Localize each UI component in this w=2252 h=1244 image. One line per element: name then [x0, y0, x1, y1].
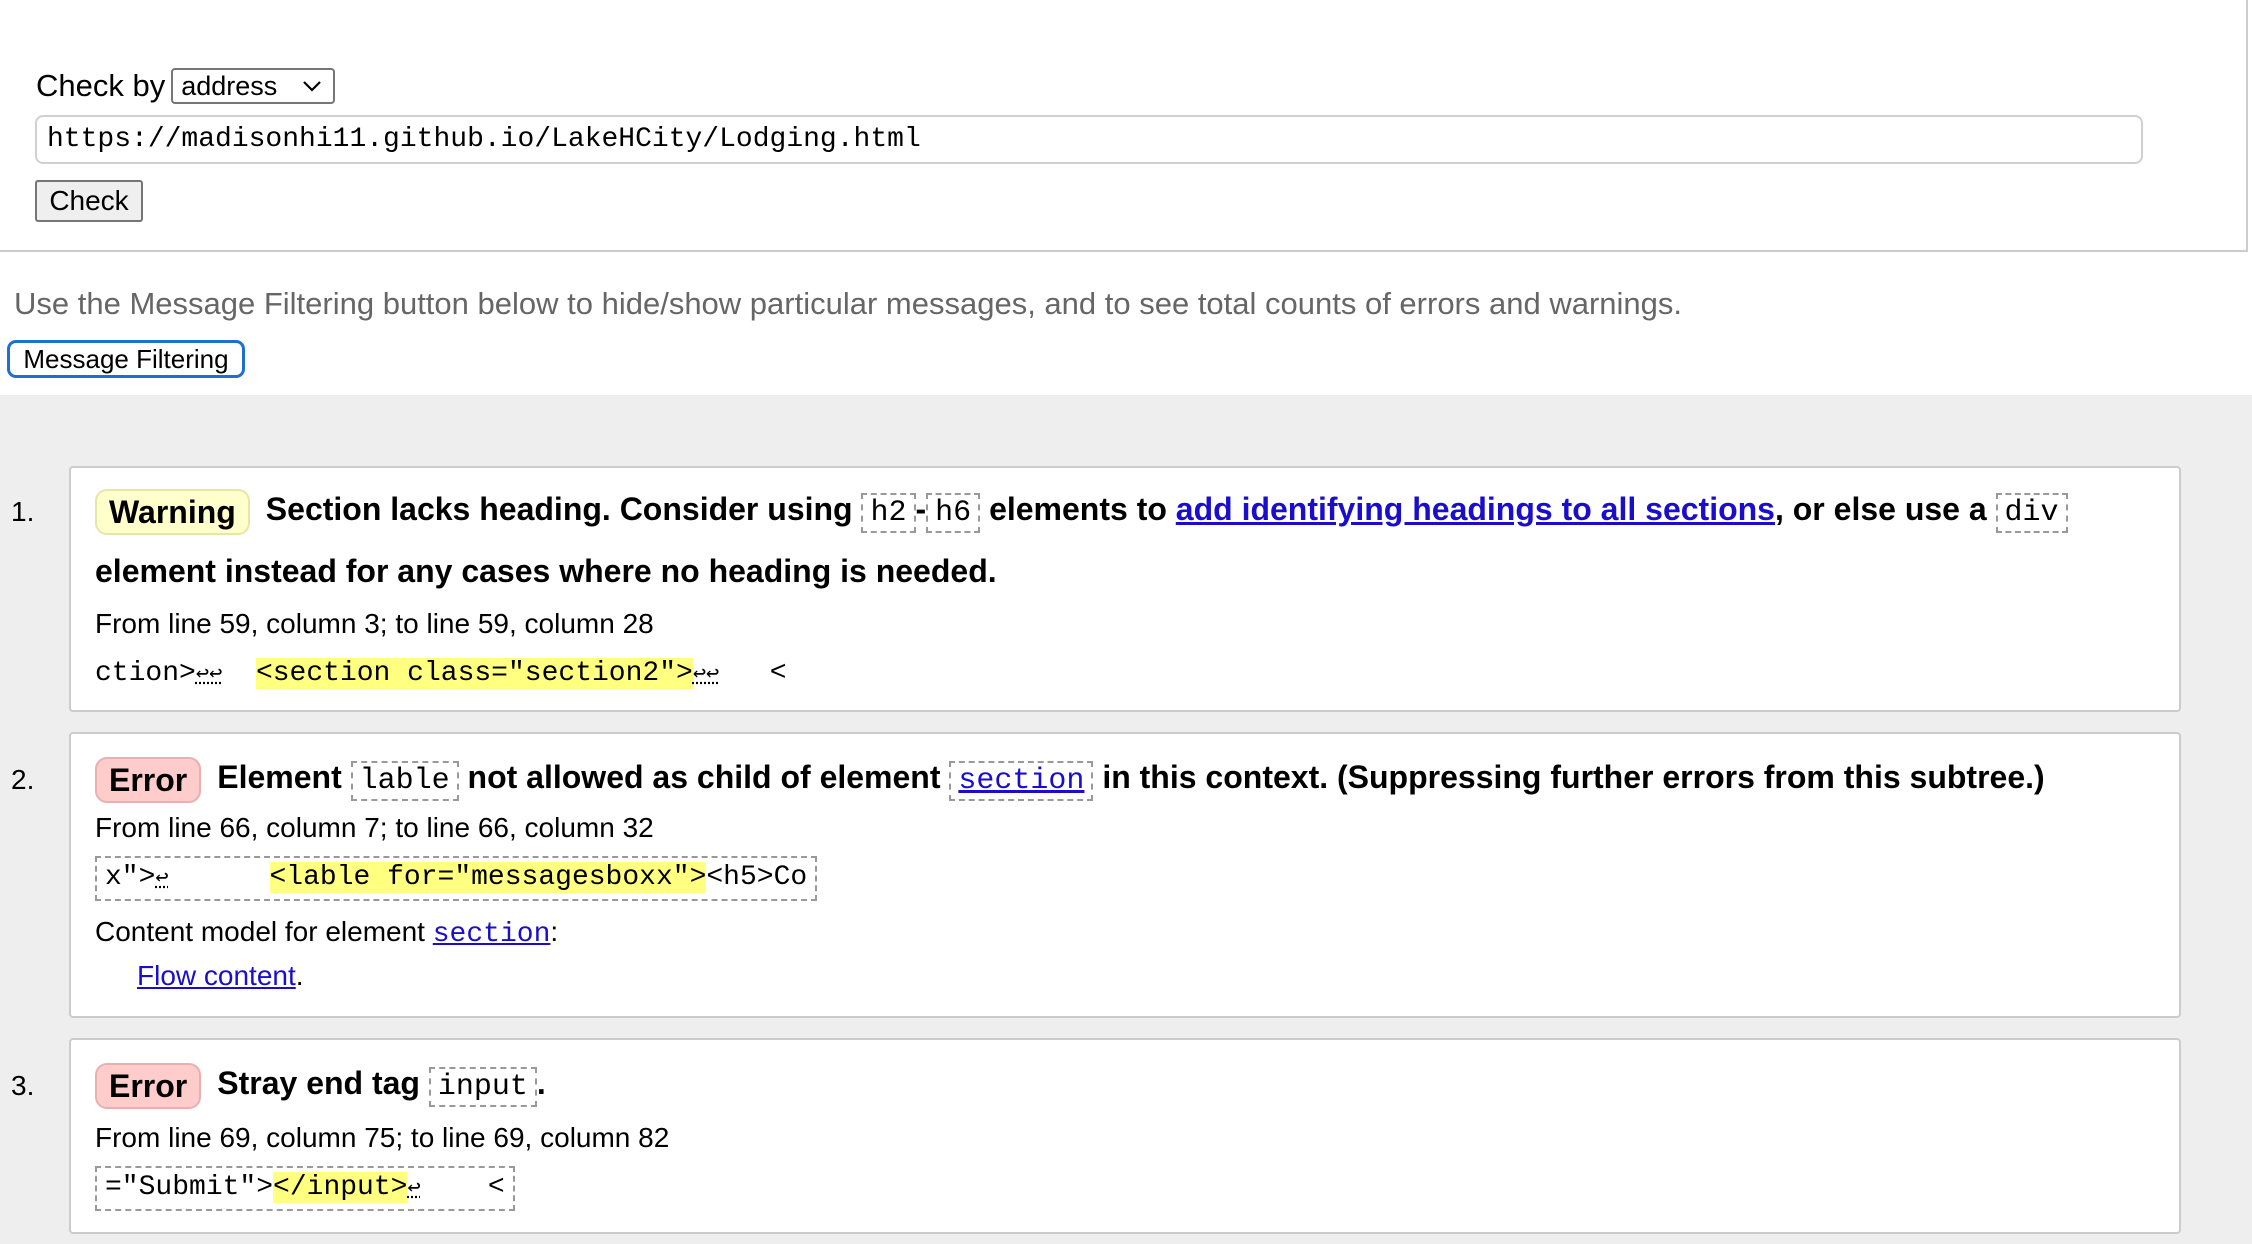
code-extract: ction>↩↩ <section class="section2">↩↩ <: [95, 658, 787, 689]
code-extract: x">↩ <lable for="messagesboxx"><h5>Co: [95, 856, 818, 901]
line-feed-marker: ↩: [407, 1176, 421, 1201]
code-lable: lable: [350, 761, 459, 801]
filter-hint: Use the Message Filtering button below t…: [14, 286, 1683, 321]
check-button[interactable]: Check: [35, 180, 143, 222]
check-by-select[interactable]: address: [171, 68, 336, 104]
code-div: div: [1995, 493, 2068, 533]
check-by-label: Check by: [36, 68, 166, 103]
message-location: From line 59, column 3; to line 59, colu…: [95, 608, 654, 639]
content-model-note: Content model for element section:: [95, 916, 559, 950]
message-text: Error Stray end tag input.: [95, 1054, 2119, 1116]
message-item: 3. Error Stray end tag input. From line 6…: [11, 1038, 2181, 1234]
code-h2: h2: [861, 493, 916, 533]
code-extract: ="Submit"></input>↩ <: [95, 1166, 515, 1211]
check-by-row: Check by address: [36, 68, 336, 104]
warning-badge: Warning: [95, 488, 250, 535]
highlighted-source: <section class="section2">: [255, 658, 693, 689]
message-item: 1. Warning Section lacks heading. Conside…: [11, 466, 2181, 712]
flow-content-line: Flow content.: [137, 960, 304, 991]
chevron-down-icon: [303, 81, 322, 92]
message-text: Error Element lable not allowed as child …: [95, 748, 2119, 810]
message-location: From line 69, column 75; to line 69, col…: [95, 1122, 670, 1153]
message-number: 3.: [11, 1070, 35, 1101]
highlighted-source: </input>: [273, 1172, 408, 1203]
message-location: From line 66, column 7; to line 66, colu…: [95, 812, 654, 843]
line-feed-marker: ↩: [155, 866, 169, 891]
section-element-link[interactable]: section: [949, 761, 1094, 801]
check-form: Check by address https://madisonhi11.git…: [0, 0, 2248, 252]
check-by-value: address: [181, 70, 278, 101]
flow-content-link[interactable]: Flow content: [137, 960, 296, 991]
error-badge: Error: [95, 1062, 202, 1109]
line-feed-marker: ↩↩: [692, 662, 720, 687]
error-badge: Error: [95, 756, 202, 803]
url-input[interactable]: https://madisonhi11.github.io/LakeHCity/…: [35, 115, 2143, 164]
message-number: 1.: [11, 496, 35, 527]
code-input: input: [428, 1067, 537, 1107]
message-text: Warning Section lacks heading. Consider u…: [95, 480, 2119, 600]
message-filtering-button[interactable]: Message Filtering: [7, 340, 245, 378]
code-h6: h6: [926, 493, 981, 533]
line-feed-marker: ↩↩: [195, 662, 223, 687]
validator-page: Check by address https://madisonhi11.git…: [0, 0, 2252, 1244]
highlighted-source: <lable for="messagesboxx">: [269, 862, 707, 893]
results-area: 1. Warning Section lacks heading. Conside…: [0, 395, 2252, 1244]
message-item: 2. Error Element lable not allowed as chi…: [11, 732, 2181, 1018]
message-number: 2.: [11, 764, 35, 795]
section-content-model-link[interactable]: section: [433, 919, 551, 950]
headings-link[interactable]: add identifying headings to all sections: [1176, 491, 1775, 527]
